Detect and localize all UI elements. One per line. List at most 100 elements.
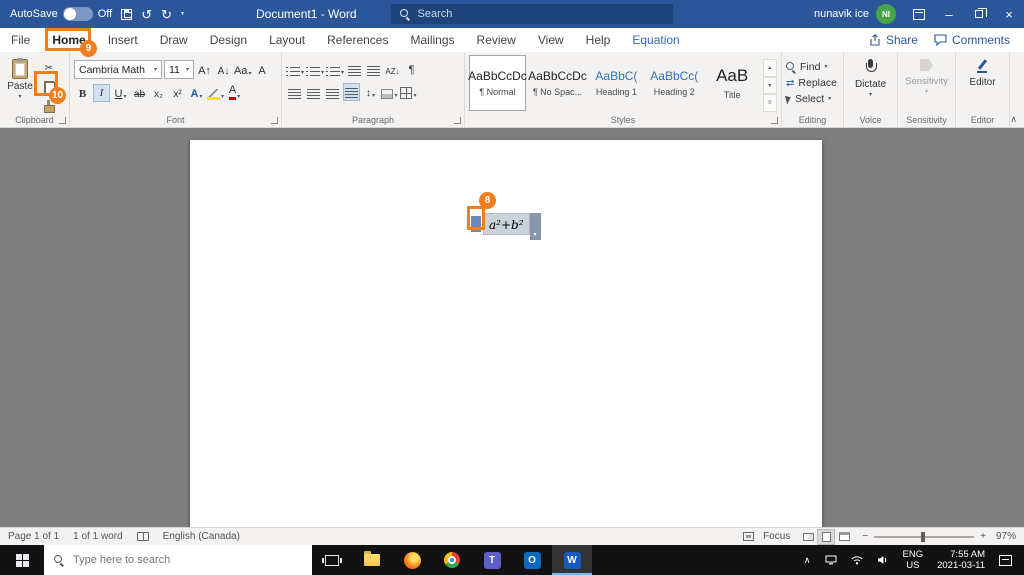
focus-mode-button[interactable]: Focus	[763, 531, 790, 542]
firefox-button[interactable]	[392, 545, 432, 575]
change-case-chevron-icon[interactable]: ▾	[248, 71, 251, 77]
action-center-button[interactable]	[992, 545, 1019, 575]
multilevel-list-button[interactable]: ▾	[326, 60, 344, 78]
sensitivity-chevron-icon[interactable]: ▾	[925, 89, 928, 95]
share-button[interactable]: Share	[869, 33, 918, 47]
paragraph-dialog-launcher[interactable]	[454, 117, 461, 124]
select-chevron-icon[interactable]: ▾	[828, 96, 831, 102]
dictate-button[interactable]: Dictate ▾	[855, 55, 886, 114]
strikethrough-button[interactable]: ab	[131, 84, 148, 102]
equation-options-button[interactable]: ▾	[529, 213, 541, 240]
numbering-button[interactable]: ▾	[306, 60, 324, 78]
text-effects-button[interactable]: A ▾	[188, 84, 205, 102]
replace-button[interactable]: ⇄ Replace	[786, 77, 837, 89]
dictate-chevron-icon[interactable]: ▾	[869, 92, 872, 98]
tab-view[interactable]: View	[527, 28, 575, 52]
styles-scroll-down-button[interactable]: ▾	[762, 76, 777, 95]
shrink-font-button[interactable]: A↓	[215, 61, 232, 79]
zoom-in-button[interactable]: +	[980, 531, 986, 542]
sensitivity-button[interactable]: Sensitivity ▾	[905, 55, 948, 114]
word-count[interactable]: 1 of 1 word	[73, 531, 122, 542]
bullets-button[interactable]: ▾	[286, 60, 304, 78]
change-case-button[interactable]: Aa ▾	[234, 61, 251, 79]
show-marks-button[interactable]: ¶	[403, 60, 420, 78]
style-heading-2[interactable]: AaBbCc( Heading 2	[647, 55, 702, 111]
font-name-combo[interactable]: Cambria Math ▾	[74, 60, 162, 79]
sort-button[interactable]: AZ↓	[384, 60, 401, 78]
paste-button[interactable]: Paste ▾	[4, 55, 36, 114]
save-icon[interactable]	[121, 8, 133, 20]
proofing-icon[interactable]	[136, 532, 149, 541]
search-input[interactable]	[417, 8, 664, 20]
clipboard-dialog-launcher[interactable]	[59, 117, 66, 124]
styles-dialog-launcher[interactable]	[771, 117, 778, 124]
task-view-button[interactable]	[312, 545, 352, 575]
equation-text[interactable]: a²+b²	[483, 213, 530, 235]
ribbon-display-options-button[interactable]	[904, 0, 934, 28]
tab-file[interactable]: File	[0, 28, 41, 52]
styles-scroll-up-button[interactable]: ▴	[762, 59, 777, 77]
undo-icon[interactable]: ↺	[141, 8, 152, 21]
tab-help[interactable]: Help	[575, 28, 622, 52]
find-button[interactable]: Find ▾	[786, 61, 837, 73]
increase-indent-button[interactable]	[365, 60, 382, 78]
shading-chevron-icon[interactable]: ▾	[394, 93, 397, 99]
multilevel-chevron-icon[interactable]: ▾	[341, 70, 344, 76]
search-box[interactable]	[390, 4, 673, 24]
wifi-tray-button[interactable]	[844, 545, 870, 575]
tab-review[interactable]: Review	[466, 28, 527, 52]
start-button[interactable]	[0, 545, 44, 575]
autosave-switch[interactable]	[62, 7, 93, 21]
borders-chevron-icon[interactable]: ▾	[413, 93, 416, 99]
word-taskbar-button[interactable]: W	[552, 545, 592, 575]
highlight-chevron-icon[interactable]: ▾	[221, 94, 224, 100]
close-button[interactable]: ×	[994, 0, 1024, 28]
tab-draw[interactable]: Draw	[149, 28, 199, 52]
language-indicator-button[interactable]: ENG US	[896, 545, 931, 575]
underline-chevron-icon[interactable]: ▾	[123, 94, 126, 100]
bullets-chevron-icon[interactable]: ▾	[301, 70, 304, 76]
justify-button[interactable]	[343, 83, 360, 101]
account-button[interactable]: nunavik ice NI	[814, 4, 896, 24]
editor-button[interactable]: Editor	[969, 55, 996, 114]
text-effects-chevron-icon[interactable]: ▾	[199, 94, 202, 100]
file-explorer-button[interactable]	[352, 545, 392, 575]
tab-mailings[interactable]: Mailings	[399, 28, 465, 52]
redo-icon[interactable]: ↻	[161, 8, 172, 21]
font-size-combo[interactable]: 11 ▾	[164, 60, 194, 79]
decrease-indent-button[interactable]	[346, 60, 363, 78]
comments-button[interactable]: Comments	[934, 33, 1010, 47]
font-color-button[interactable]: A ▾	[226, 84, 243, 102]
grow-font-button[interactable]: A↑	[196, 61, 213, 79]
tab-layout[interactable]: Layout	[258, 28, 316, 52]
zoom-slider-thumb[interactable]	[921, 531, 926, 542]
tab-references[interactable]: References	[316, 28, 399, 52]
borders-button[interactable]: ▾	[400, 83, 417, 101]
collapse-ribbon-button[interactable]: ∧	[1010, 114, 1017, 125]
network-tray-button[interactable]	[818, 545, 844, 575]
line-spacing-button[interactable]: ↕ ▾	[362, 83, 379, 101]
print-layout-button[interactable]	[817, 528, 836, 545]
highlight-button[interactable]: ▾	[207, 84, 224, 102]
line-spacing-chevron-icon[interactable]: ▾	[372, 93, 375, 99]
paste-chevron-icon[interactable]: ▾	[18, 94, 21, 100]
styles-more-button[interactable]: ≡	[762, 94, 777, 113]
customize-qat-chevron-icon[interactable]: ▾	[181, 11, 184, 17]
zoom-out-button[interactable]: −	[862, 531, 868, 542]
font-name-chevron-icon[interactable]: ▾	[154, 67, 157, 73]
volume-tray-button[interactable]	[870, 545, 896, 575]
read-mode-button[interactable]	[799, 529, 817, 545]
style-title[interactable]: AaB Title	[705, 55, 760, 111]
bold-button[interactable]: B	[74, 84, 91, 102]
autosave-toggle[interactable]: AutoSave Off	[10, 7, 112, 21]
outlook-button[interactable]: O	[512, 545, 552, 575]
style-heading-1[interactable]: AaBbC( Heading 1	[589, 55, 644, 111]
clear-formatting-button[interactable]: A	[253, 61, 270, 79]
tab-design[interactable]: Design	[199, 28, 258, 52]
align-center-button[interactable]	[305, 83, 322, 101]
tray-overflow-button[interactable]: ∧	[797, 545, 818, 575]
superscript-button[interactable]: x²	[169, 84, 186, 102]
page-indicator[interactable]: Page 1 of 1	[8, 531, 59, 542]
align-left-button[interactable]	[286, 83, 303, 101]
tab-insert[interactable]: Insert	[97, 28, 149, 52]
